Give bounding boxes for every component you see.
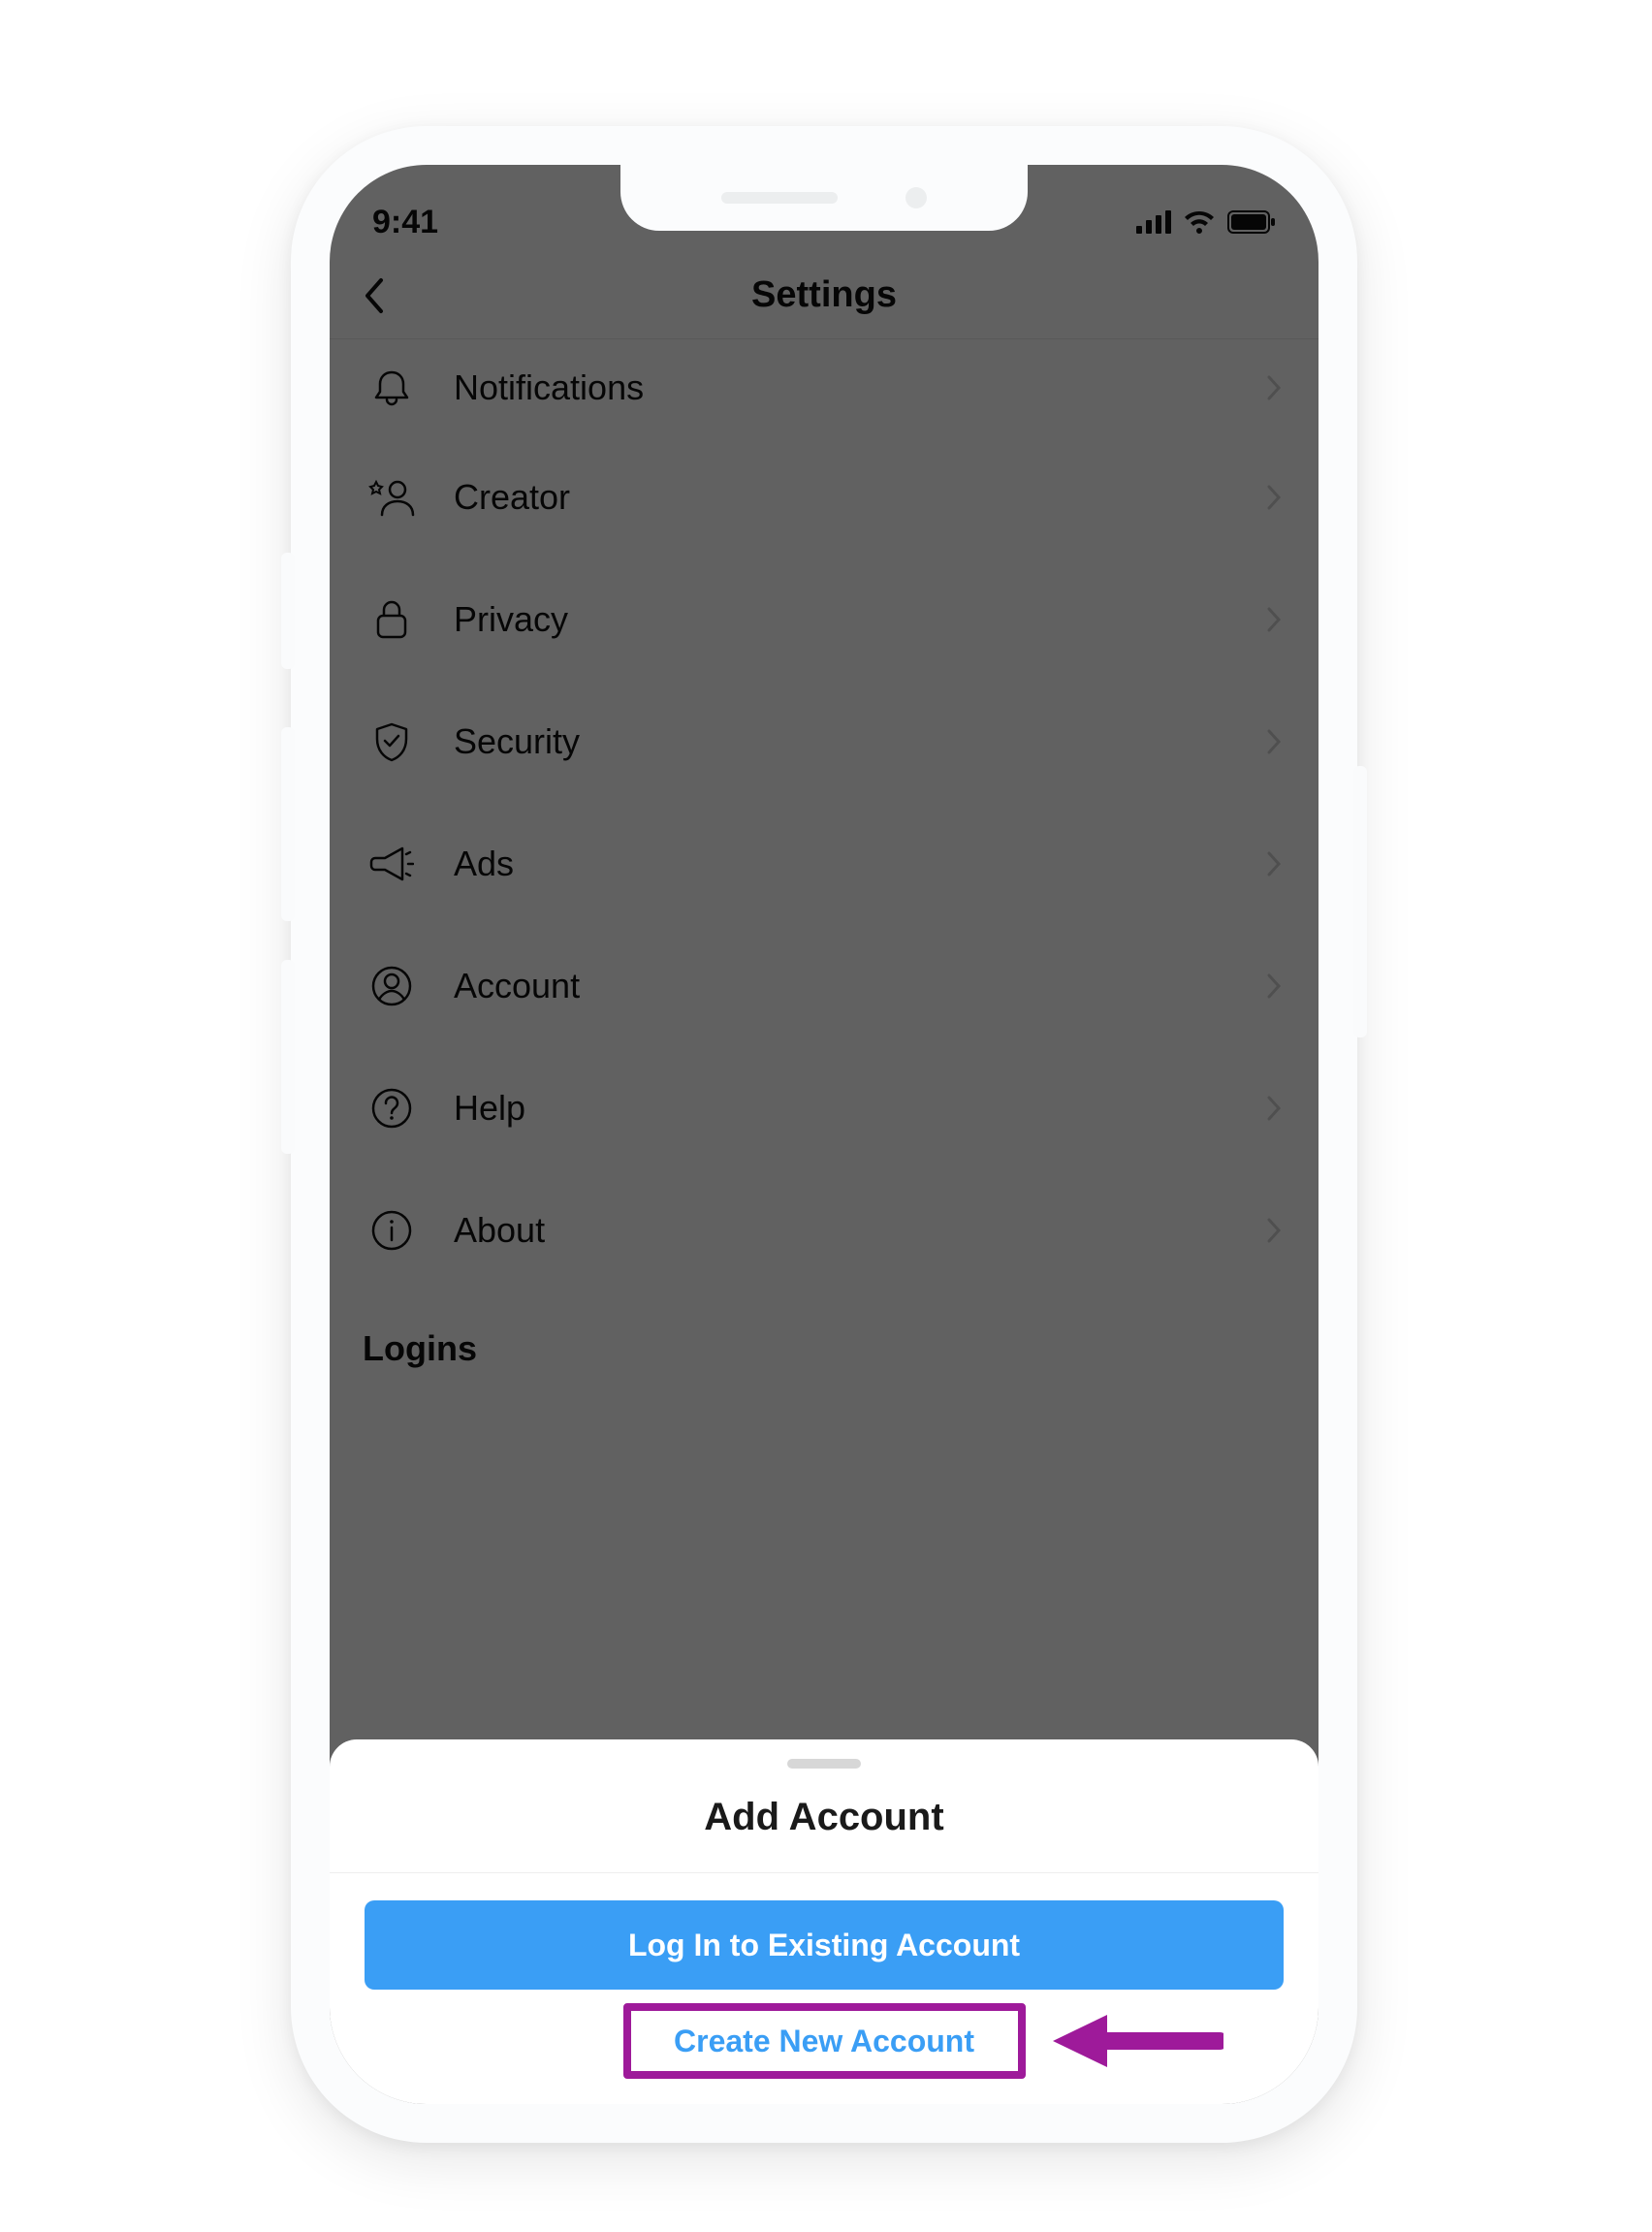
phone-frame: 9:41 Settings Notifications (291, 126, 1357, 2143)
phone-notch (620, 165, 1028, 231)
phone-screen: 9:41 Settings Notifications (330, 165, 1318, 2104)
phone-mute-switch (281, 553, 295, 669)
sheet-title: Add Account (330, 1796, 1318, 1873)
login-existing-account-button[interactable]: Log In to Existing Account (365, 1900, 1284, 1990)
phone-speaker (721, 192, 838, 204)
add-account-sheet: Add Account Log In to Existing Account C… (330, 1739, 1318, 2104)
create-new-account-link[interactable]: Create New Account (627, 2007, 1022, 2075)
phone-power-button (1353, 766, 1367, 1037)
sheet-grabber[interactable] (787, 1759, 861, 1769)
phone-volume-down (281, 960, 295, 1154)
phone-front-camera (905, 187, 927, 208)
phone-volume-up (281, 727, 295, 921)
